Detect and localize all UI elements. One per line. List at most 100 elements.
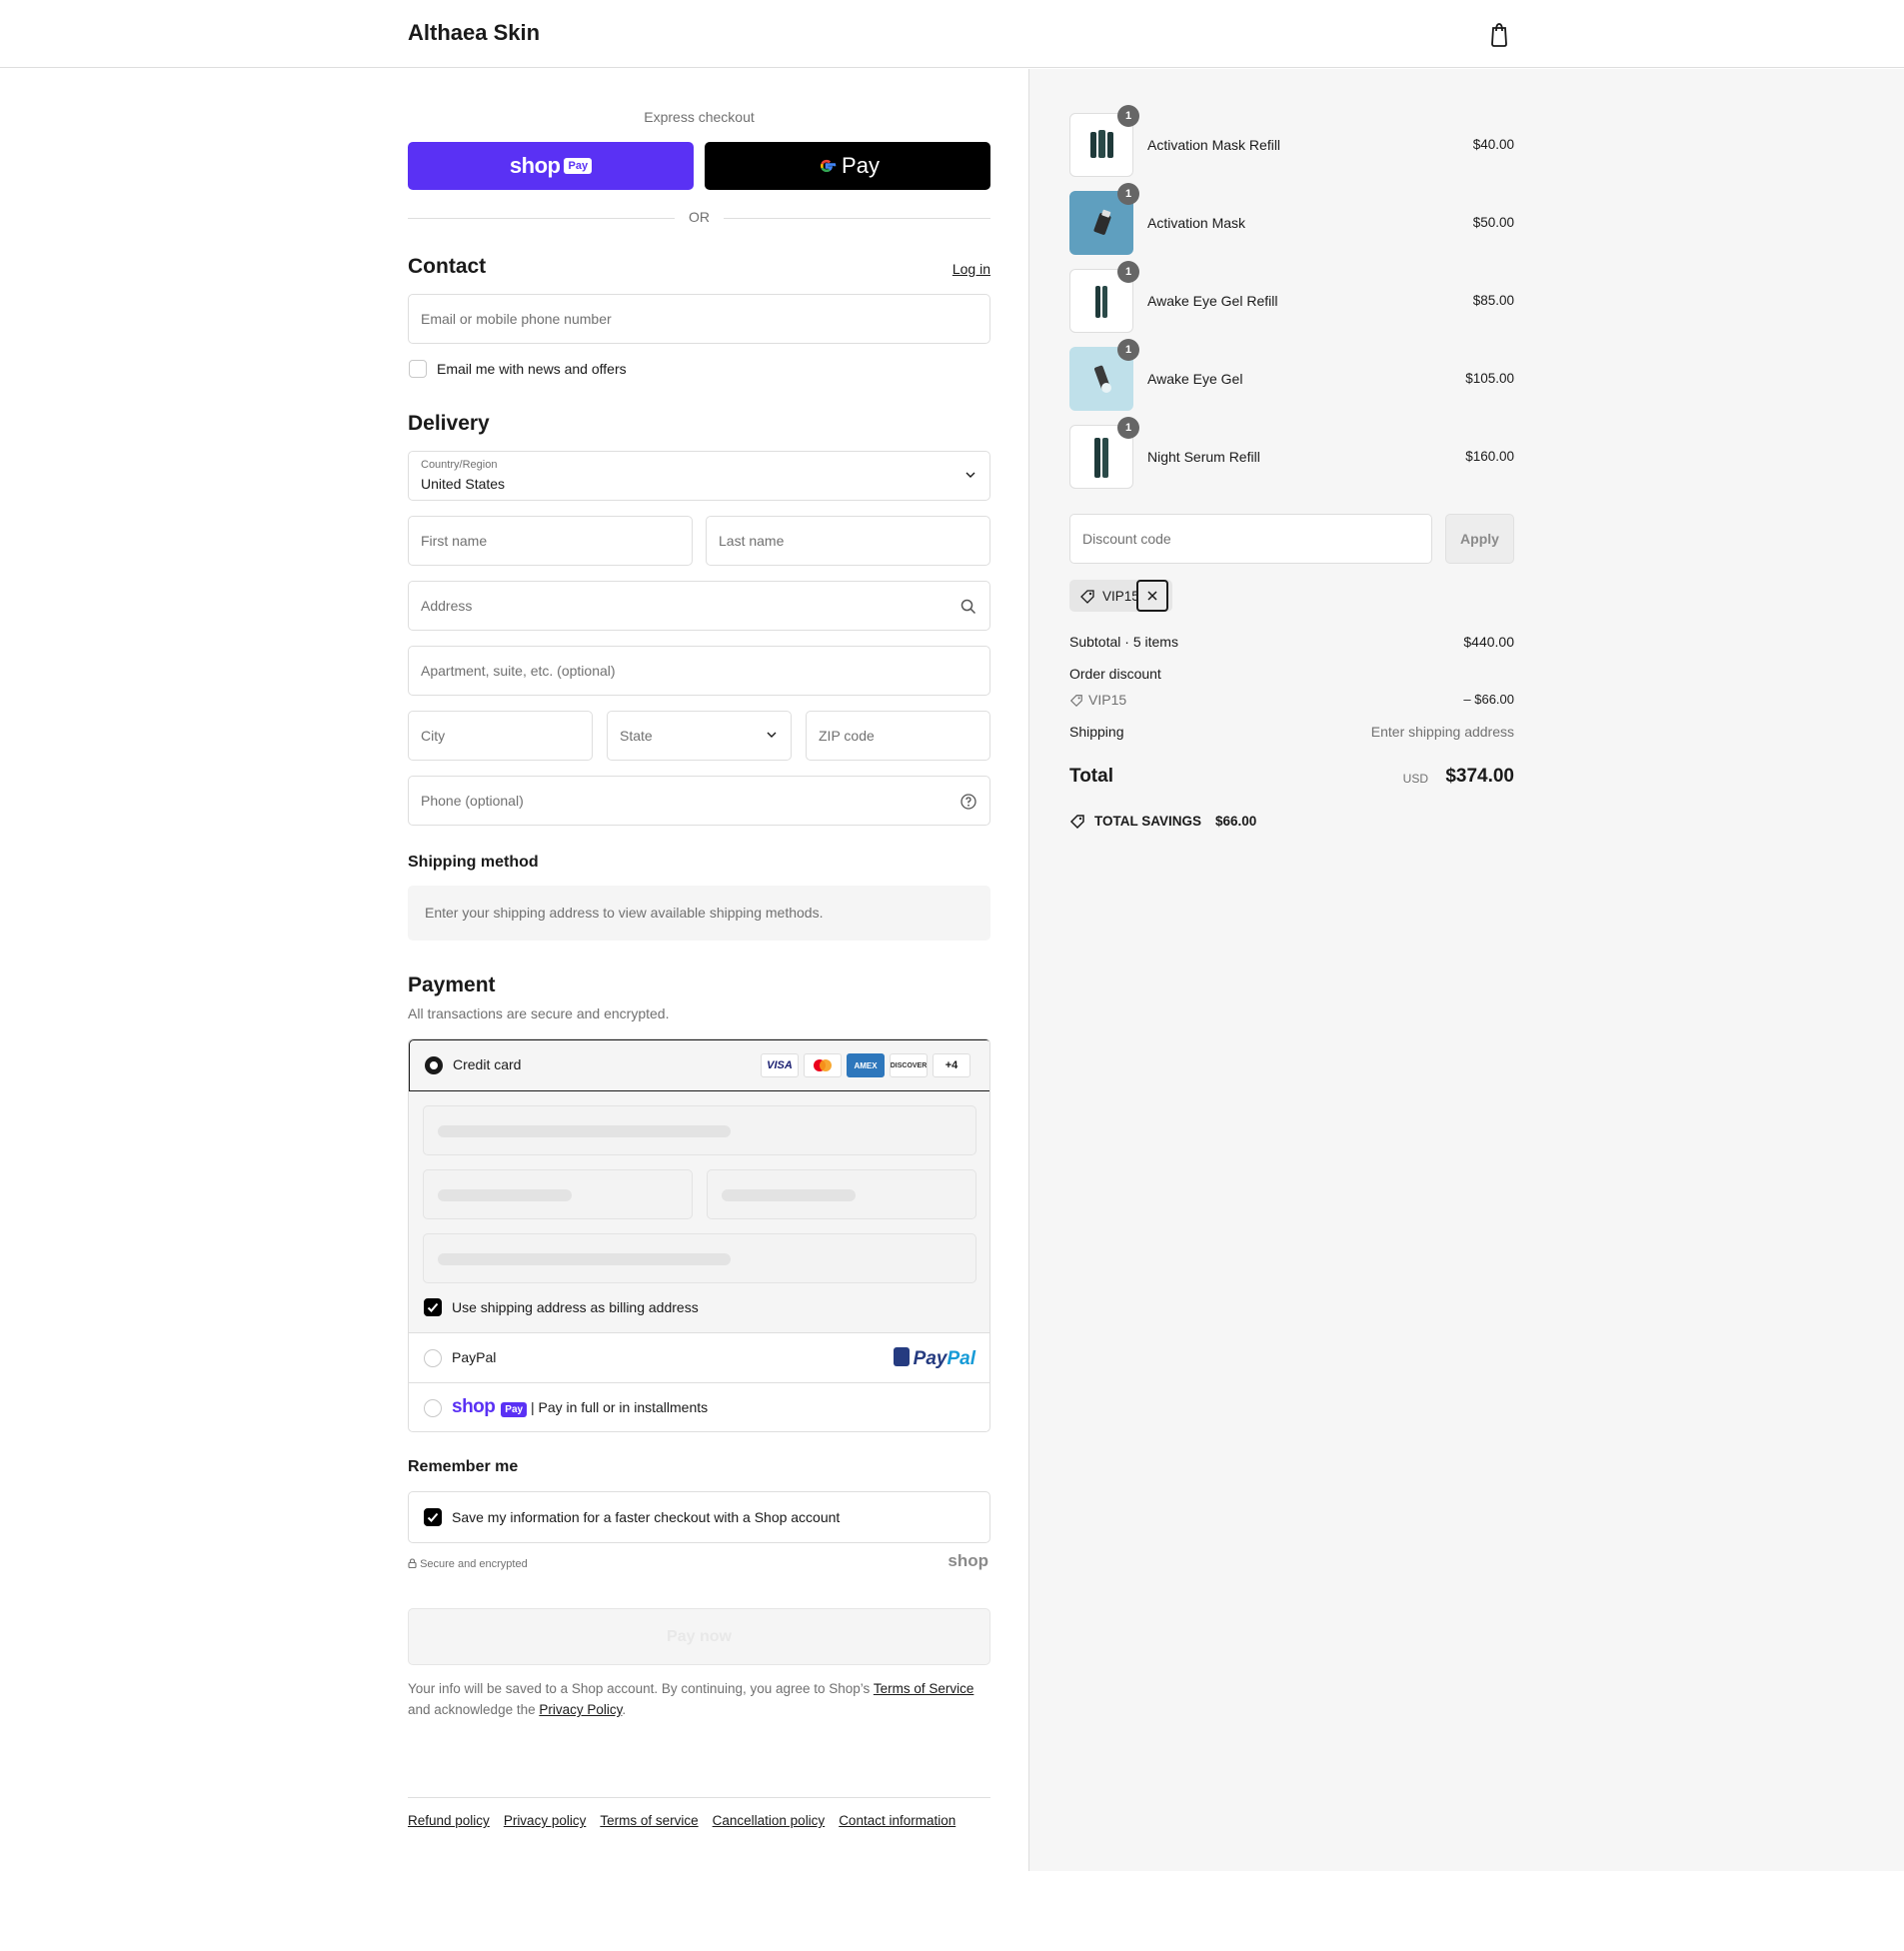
legal-text-part: Your info will be saved to a Shop accoun…	[408, 1681, 874, 1696]
address-placeholder: Address	[421, 598, 473, 614]
country-select[interactable]: Country/Region United States	[408, 451, 990, 501]
quantity-badge: 1	[1117, 105, 1139, 127]
credit-card-option[interactable]: Credit card VISA AMEX DISCOVER +4	[409, 1039, 989, 1091]
phone-field[interactable]: Phone (optional)	[408, 776, 990, 826]
product-thumbnail: 1	[1069, 183, 1139, 255]
name-on-card-field[interactable]	[423, 1233, 976, 1283]
paypal-radio[interactable]	[424, 1349, 442, 1367]
product-thumbnail: 1	[1069, 417, 1139, 489]
terms-of-service-link[interactable]: Terms of Service	[874, 1681, 974, 1696]
remember-me-heading: Remember me	[408, 1458, 519, 1475]
payment-methods: Credit card VISA AMEX DISCOVER +4 Use sh…	[408, 1038, 990, 1432]
secure-text: Secure and encrypted	[420, 1558, 528, 1570]
site-header: Althaea Skin	[0, 0, 1904, 68]
checkmark-icon	[427, 1512, 439, 1522]
zip-field[interactable]: ZIP code	[806, 711, 990, 761]
tag-icon	[1069, 815, 1084, 830]
apply-discount-button[interactable]: Apply	[1445, 514, 1514, 564]
billing-address-checkbox[interactable]	[424, 1298, 442, 1316]
total-label: Total	[1069, 766, 1113, 787]
news-checkbox[interactable]	[409, 360, 427, 378]
credit-card-radio[interactable]	[425, 1056, 443, 1074]
security-code-field[interactable]	[707, 1169, 976, 1219]
subtotal-value: $440.00	[1463, 634, 1514, 650]
pay-now-button[interactable]: Pay now	[408, 1608, 990, 1665]
first-name-placeholder: First name	[421, 533, 488, 549]
shipping-row: Shipping Enter shipping address	[1069, 724, 1514, 740]
product-thumbnail: 1	[1069, 261, 1139, 333]
brand-logo[interactable]: Althaea Skin	[408, 20, 540, 46]
discover-icon: DISCOVER	[890, 1053, 928, 1077]
first-name-field[interactable]: First name	[408, 516, 693, 566]
shipping-label: Shipping	[1069, 724, 1124, 740]
legal-text: Your info will be saved to a Shop accoun…	[408, 1678, 997, 1720]
save-info-checkbox[interactable]	[424, 1508, 442, 1526]
paypal-logo-pay: Pay	[913, 1348, 948, 1369]
shop-pay-word: shop	[452, 1396, 496, 1417]
item-name: Awake Eye Gel	[1147, 371, 1243, 387]
or-text: OR	[689, 209, 710, 225]
help-circle-icon[interactable]	[959, 793, 977, 811]
cancellation-policy-link[interactable]: Cancellation policy	[713, 1813, 826, 1828]
product-thumbnail: 1	[1069, 105, 1139, 177]
shop-pay-pill: Pay	[564, 158, 593, 174]
login-link[interactable]: Log in	[952, 261, 990, 277]
address-field[interactable]: Address	[408, 581, 990, 631]
shop-logo: shop	[948, 1551, 988, 1570]
remove-discount-button[interactable]	[1136, 580, 1168, 612]
google-pay-button[interactable]: Pay	[705, 142, 990, 190]
more-cards-badge: +4	[933, 1053, 970, 1077]
state-select[interactable]: State	[607, 711, 792, 761]
checkmark-icon	[427, 1302, 439, 1312]
news-label: Email me with news and offers	[437, 361, 627, 377]
item-name: Night Serum Refill	[1147, 449, 1260, 465]
payment-heading: Payment	[408, 974, 496, 996]
email-placeholder: Email or mobile phone number	[421, 311, 612, 327]
chevron-down-icon	[767, 732, 777, 738]
discount-placeholder: Discount code	[1082, 531, 1171, 547]
shop-pay-pill: Pay	[501, 1402, 528, 1417]
savings-value: $66.00	[1215, 814, 1257, 829]
last-name-field[interactable]: Last name	[706, 516, 990, 566]
amex-icon: AMEX	[847, 1053, 885, 1077]
cart-button[interactable]	[1487, 20, 1511, 48]
apartment-field[interactable]: Apartment, suite, etc. (optional)	[408, 646, 990, 696]
terms-of-service-footer-link[interactable]: Terms of service	[600, 1813, 698, 1828]
close-icon	[1147, 591, 1157, 601]
product-thumbnail: 1	[1069, 339, 1139, 411]
country-label: Country/Region	[421, 459, 498, 471]
shop-pay-option[interactable]: shop Pay | Pay in full or in installment…	[409, 1383, 989, 1431]
line-item: 1 Activation Mask Refill $40.00	[1069, 105, 1514, 177]
secure-note: Secure and encrypted	[408, 1558, 528, 1570]
card-badges: VISA AMEX DISCOVER +4	[761, 1053, 970, 1077]
expiration-field[interactable]	[423, 1169, 693, 1219]
email-field[interactable]: Email or mobile phone number	[408, 294, 990, 344]
payment-subtitle: All transactions are secure and encrypte…	[408, 1005, 670, 1021]
quantity-badge: 1	[1117, 261, 1139, 283]
city-field[interactable]: City	[408, 711, 593, 761]
contact-information-link[interactable]: Contact information	[839, 1813, 955, 1828]
shop-pay-option-label: shop Pay | Pay in full or in installment…	[452, 1396, 708, 1418]
search-icon[interactable]	[959, 598, 977, 616]
apartment-placeholder: Apartment, suite, etc. (optional)	[421, 663, 616, 679]
line-item: 1 Awake Eye Gel Refill $85.00	[1069, 261, 1514, 333]
paypal-option[interactable]: PayPal PayPal	[409, 1333, 989, 1383]
card-number-field[interactable]	[423, 1105, 976, 1155]
shop-pay-radio[interactable]	[424, 1399, 442, 1417]
privacy-policy-footer-link[interactable]: Privacy policy	[504, 1813, 587, 1828]
quantity-badge: 1	[1117, 183, 1139, 205]
shop-pay-button[interactable]: shop Pay	[408, 142, 694, 190]
discount-code-input[interactable]: Discount code	[1069, 514, 1432, 564]
shop-pay-text: | Pay in full or in installments	[530, 1399, 709, 1415]
item-price: $85.00	[1472, 293, 1514, 308]
item-price: $50.00	[1472, 215, 1514, 230]
quantity-badge: 1	[1117, 339, 1139, 361]
contact-heading: Contact	[408, 255, 487, 278]
discount-code-label: VIP15	[1088, 692, 1127, 708]
billing-address-label: Use shipping address as billing address	[452, 1299, 699, 1315]
refund-policy-link[interactable]: Refund policy	[408, 1813, 490, 1828]
total-value: $374.00	[1445, 766, 1514, 787]
privacy-policy-link[interactable]: Privacy Policy	[539, 1702, 622, 1717]
credit-card-label: Credit card	[453, 1056, 522, 1072]
phone-placeholder: Phone (optional)	[421, 793, 524, 809]
